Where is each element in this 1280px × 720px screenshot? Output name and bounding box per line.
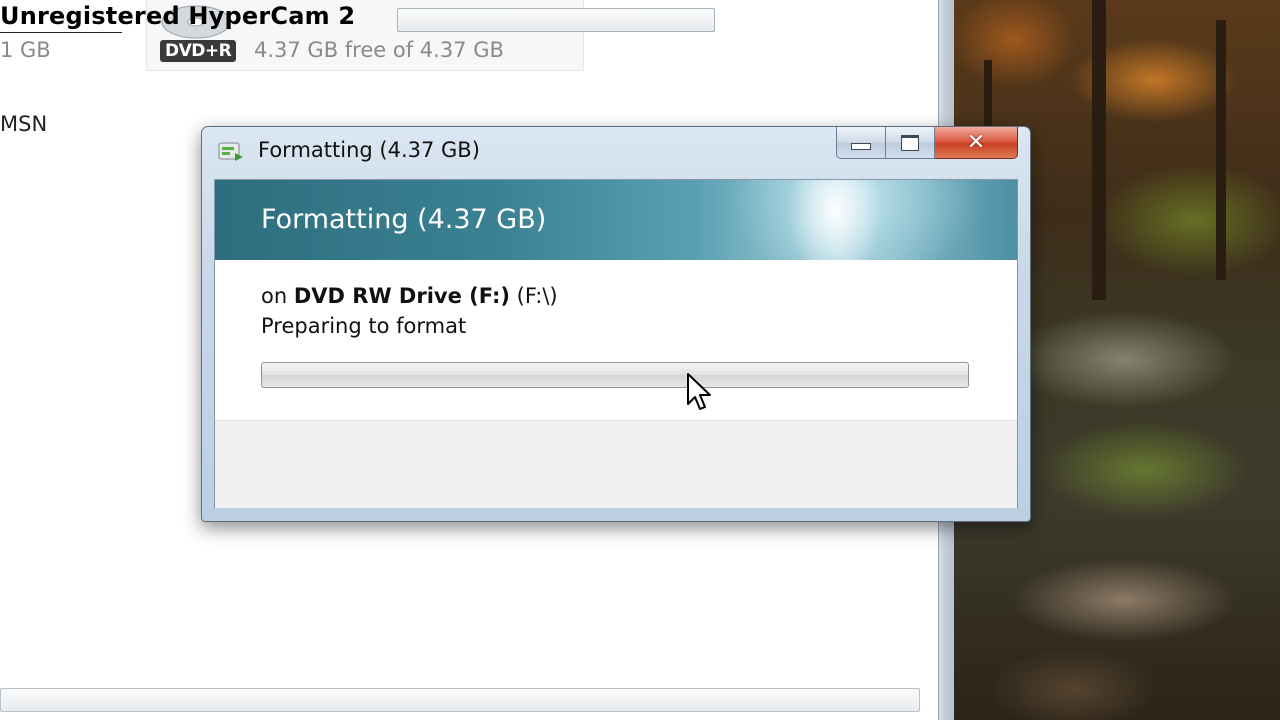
banner-title: Formatting (4.37 GB) bbox=[261, 204, 547, 235]
watermark-underline bbox=[0, 32, 122, 33]
dialog-title: Formatting (4.37 GB) bbox=[258, 138, 480, 162]
dvd-badge: DVD+R bbox=[160, 40, 237, 62]
drive-path: (F:\) bbox=[516, 284, 558, 308]
close-button[interactable]: ✕ bbox=[935, 127, 1018, 159]
maximize-button[interactable] bbox=[886, 127, 935, 159]
dialog-titlebar[interactable]: Formatting (4.37 GB) ✕ bbox=[202, 127, 1030, 177]
format-drive-icon bbox=[218, 142, 243, 161]
hypercam-watermark: Unregistered HyperCam 2 bbox=[0, 2, 356, 30]
drive-capacity-bar bbox=[397, 8, 715, 32]
drive-free-text: 4.37 GB free of 4.37 GB bbox=[254, 38, 504, 62]
dialog-footer bbox=[215, 420, 1017, 508]
horizontal-scrollbar[interactable] bbox=[0, 688, 920, 712]
minimize-icon bbox=[851, 143, 871, 150]
minimize-button[interactable] bbox=[836, 127, 886, 159]
dialog-content: Formatting (4.37 GB) on DVD RW Drive (F:… bbox=[214, 179, 1018, 508]
target-drive-line: on DVD RW Drive (F:) (F:\) bbox=[261, 284, 558, 308]
drive-name: DVD RW Drive (F:) bbox=[293, 284, 510, 308]
msn-item-label[interactable]: MSN bbox=[0, 112, 47, 136]
close-icon: ✕ bbox=[966, 130, 986, 155]
maximize-icon bbox=[901, 134, 919, 151]
left-drive-size: 1 GB bbox=[0, 38, 51, 62]
format-progress-bar bbox=[261, 362, 969, 388]
on-prefix: on bbox=[261, 284, 288, 308]
format-dialog: Formatting (4.37 GB) ✕ Formatting (4.37 … bbox=[201, 126, 1031, 522]
window-controls: ✕ bbox=[836, 127, 1018, 159]
mouse-cursor-icon bbox=[687, 373, 711, 410]
dialog-banner: Formatting (4.37 GB) bbox=[215, 180, 1017, 260]
status-text: Preparing to format bbox=[261, 314, 467, 338]
